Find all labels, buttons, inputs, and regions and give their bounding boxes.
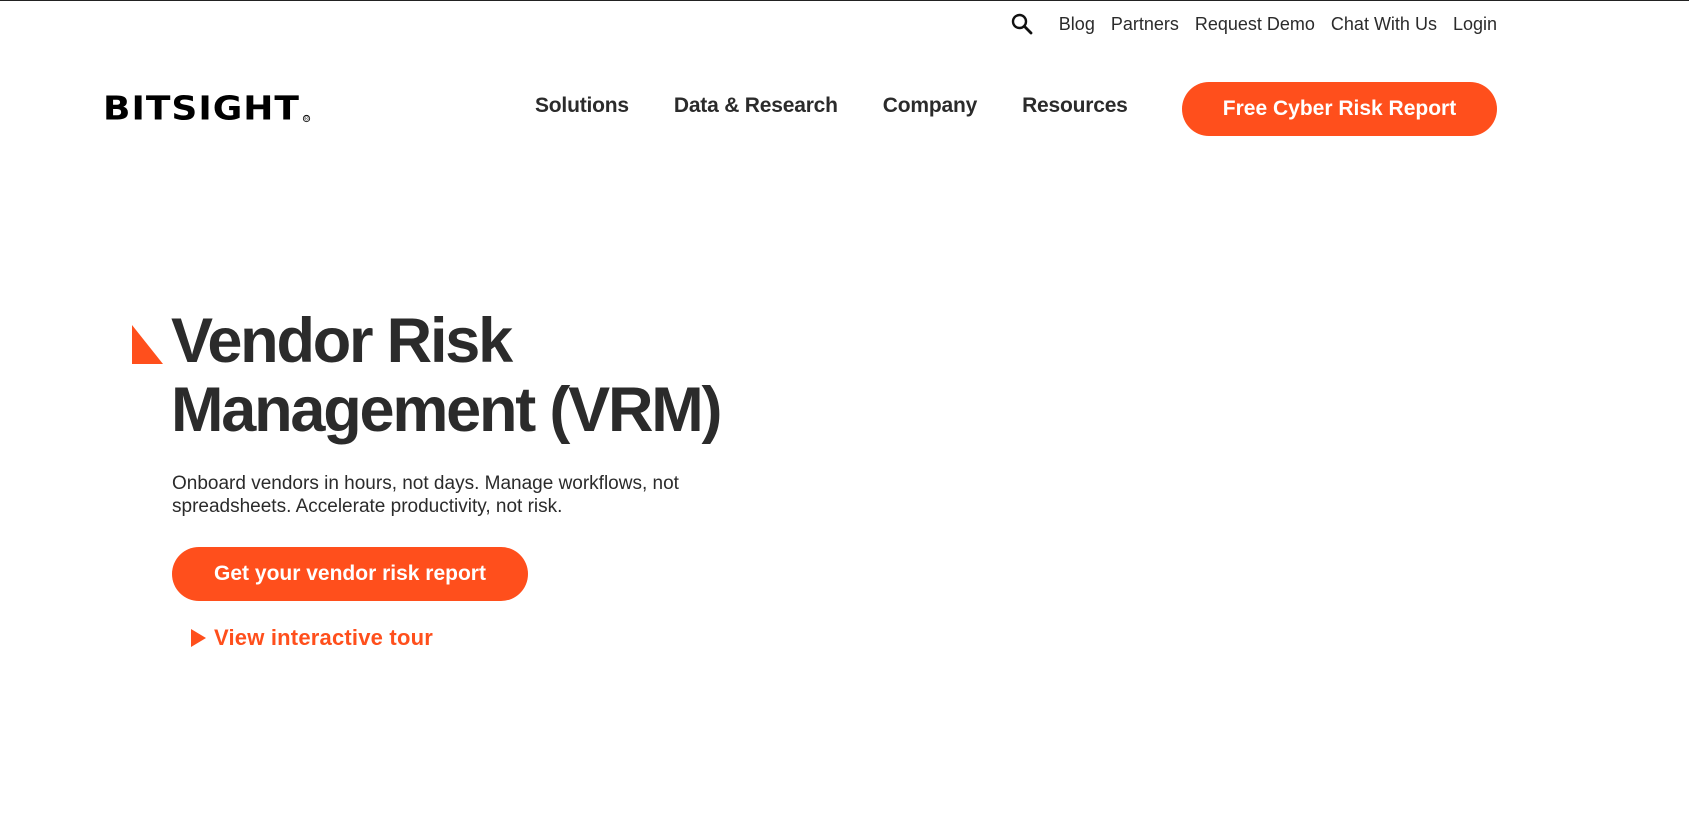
- get-vendor-risk-report-button[interactable]: Get your vendor risk report: [172, 547, 528, 601]
- main-nav: Solutions Data & Research Company Resour…: [535, 94, 1173, 118]
- hero-accent-triangle-icon: [132, 325, 163, 364]
- page-title-line-1: Vendor Risk: [171, 306, 513, 376]
- logo-wordmark: BITSIGHT: [103, 89, 300, 128]
- play-icon: [191, 629, 206, 647]
- tour-link-label: View interactive tour: [214, 625, 433, 650]
- nav-item-solutions[interactable]: Solutions: [535, 94, 629, 118]
- utility-link-chat-with-us[interactable]: Chat With Us: [1331, 14, 1437, 35]
- page-title: Vendor Risk Management (VRM): [171, 307, 791, 445]
- utility-nav: Blog Partners Request Demo Chat With Us …: [1010, 11, 1497, 37]
- view-interactive-tour-link[interactable]: View interactive tour: [191, 625, 433, 651]
- registered-mark: ®: [302, 114, 311, 123]
- hero-subtitle: Onboard vendors in hours, not days. Mana…: [172, 473, 679, 517]
- free-cyber-risk-report-button[interactable]: Free Cyber Risk Report: [1182, 82, 1497, 136]
- nav-item-data-research[interactable]: Data & Research: [674, 94, 838, 118]
- utility-link-login[interactable]: Login: [1453, 14, 1497, 35]
- nav-item-resources[interactable]: Resources: [1022, 94, 1128, 118]
- utility-link-blog[interactable]: Blog: [1059, 14, 1095, 35]
- search-icon[interactable]: [1010, 12, 1034, 36]
- nav-item-company[interactable]: Company: [883, 94, 977, 118]
- page-title-line-2: Management (VRM): [171, 375, 723, 445]
- utility-link-request-demo[interactable]: Request Demo: [1195, 14, 1315, 35]
- utility-link-partners[interactable]: Partners: [1111, 14, 1179, 35]
- bitsight-logo[interactable]: BITSIGHT ®: [103, 89, 311, 128]
